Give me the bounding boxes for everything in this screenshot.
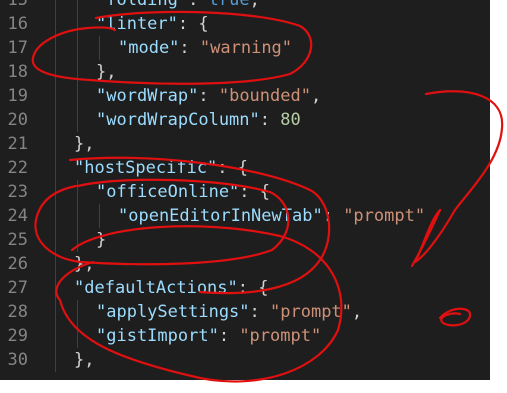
red-annotation-overlay [31,10,504,383]
annotation-circle-default-actions [55,156,343,383]
annotation-circle-linter [31,10,313,85]
annotation-circle-office-online [34,178,290,266]
annotation-small-loop [438,307,472,327]
annotation-arc-right-lower [410,208,442,268]
